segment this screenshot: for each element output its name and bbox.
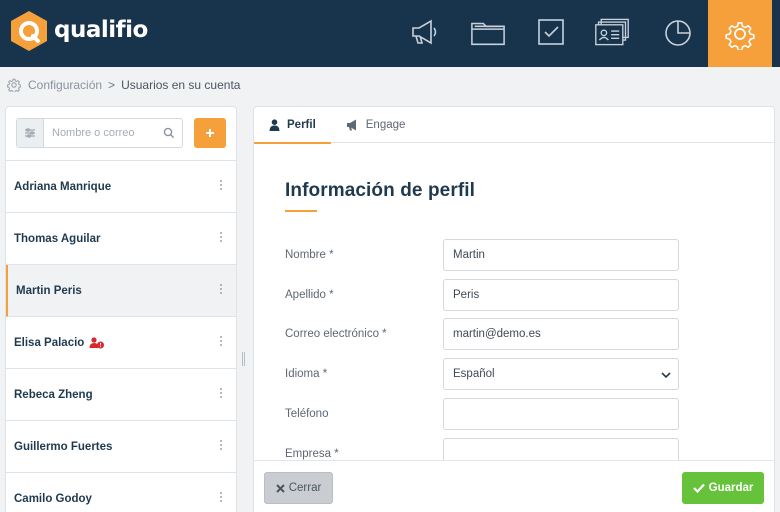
user-list-item[interactable]: Adriana Manrique <box>6 161 236 213</box>
panel-resize-handle[interactable] <box>242 352 247 366</box>
contacts-nav-button[interactable] <box>594 14 630 50</box>
more-options-icon[interactable] <box>220 336 222 346</box>
first-name-input[interactable] <box>453 249 678 261</box>
user-name-wrap: Elisa Palacio <box>14 337 105 349</box>
search-icon[interactable] <box>163 127 175 139</box>
company-input[interactable] <box>453 448 678 460</box>
phone-input[interactable] <box>453 408 678 420</box>
user-name: Guillermo Fuertes <box>14 440 113 453</box>
contact-card-icon <box>595 18 629 46</box>
checkmark-icon <box>692 483 705 493</box>
user-name: Rebeca Zheng <box>14 388 93 401</box>
user-list-item-selected[interactable]: Martin Peris <box>6 265 236 317</box>
pie-chart-icon <box>665 20 691 46</box>
more-options-icon[interactable] <box>220 388 222 398</box>
field-label: Idioma * <box>285 368 328 380</box>
form-footer: Cerrar Guardar <box>254 460 774 512</box>
close-button[interactable]: Cerrar <box>264 472 333 504</box>
search-box <box>16 118 183 148</box>
user-list-item[interactable]: Thomas Aguilar <box>6 213 236 265</box>
megaphone-icon <box>346 119 359 131</box>
brand-name: qualifio <box>54 16 148 43</box>
more-options-icon[interactable] <box>220 440 222 450</box>
add-user-button[interactable] <box>194 118 226 148</box>
user-name: Thomas Aguilar <box>14 232 101 245</box>
projects-nav-button[interactable] <box>470 14 506 50</box>
search-row <box>6 107 236 161</box>
gear-icon <box>725 21 755 50</box>
megaphone-icon <box>412 19 437 45</box>
user-list-item[interactable]: Elisa Palacio <box>6 317 236 369</box>
more-options-icon[interactable] <box>220 232 222 242</box>
first-name-field[interactable] <box>443 239 679 271</box>
user-name: Adriana Manrique <box>14 180 112 193</box>
user-name: Martin Peris <box>16 284 82 297</box>
form-row-telefono: Teléfono <box>285 398 745 430</box>
tab-perfil[interactable]: Perfil <box>254 107 331 144</box>
user-name: Elisa Palacio <box>14 336 85 349</box>
field-label: Teléfono <box>285 408 329 420</box>
chevron-down-icon <box>661 372 671 379</box>
user-icon <box>269 119 280 131</box>
breadcrumb-parent-link[interactable]: Configuración <box>28 78 102 92</box>
search-input[interactable] <box>44 127 156 139</box>
more-options-icon[interactable] <box>220 180 222 190</box>
gear-icon <box>7 78 21 92</box>
qualifio-logo-icon <box>11 11 47 51</box>
close-button-label: Cerrar <box>288 482 322 494</box>
last-name-field[interactable] <box>443 279 679 311</box>
phone-field[interactable] <box>443 398 679 430</box>
user-list-item[interactable]: Guillermo Fuertes <box>6 421 236 473</box>
close-icon <box>275 483 285 493</box>
field-label: Nombre * <box>285 249 334 261</box>
field-label: Empresa * <box>285 448 339 460</box>
tab-label: Perfil <box>287 119 316 131</box>
breadcrumb-separator: > <box>108 78 116 92</box>
form-row-idioma: Idioma * Español <box>285 358 745 390</box>
filter-button[interactable] <box>17 119 44 147</box>
more-options-icon[interactable] <box>220 284 222 294</box>
save-button-label: Guardar <box>708 482 754 494</box>
user-list-item[interactable]: Camilo Godoy <box>6 473 236 512</box>
statistics-nav-button[interactable] <box>660 14 696 50</box>
user-alert-icon <box>89 336 105 349</box>
tab-label: Engage <box>365 119 406 131</box>
more-options-icon[interactable] <box>220 492 222 502</box>
language-select[interactable]: Español <box>443 358 679 390</box>
title-underline <box>285 210 317 212</box>
top-navigation-bar: qualifio <box>0 0 780 67</box>
user-name: Camilo Godoy <box>14 492 92 505</box>
section-title: Información de perfil <box>285 180 476 201</box>
field-label: Correo electrónico * <box>285 328 387 340</box>
folder-icon <box>471 22 505 46</box>
form-row-email: Correo electrónico * <box>285 318 745 350</box>
plus-icon <box>206 129 214 137</box>
save-button[interactable]: Guardar <box>682 472 764 504</box>
campaigns-nav-button[interactable] <box>407 14 443 50</box>
checkbox-icon <box>538 19 564 45</box>
user-detail-panel: Perfil Engage Información de perfil Nomb… <box>253 106 775 512</box>
field-label: Apellido * <box>285 289 334 301</box>
form-row-nombre: Nombre * <box>285 239 745 271</box>
user-list-item[interactable]: Rebeca Zheng <box>6 369 236 421</box>
settings-nav-button[interactable] <box>708 0 772 67</box>
breadcrumb-current: Usuarios en su cuenta <box>121 78 241 92</box>
email-field[interactable] <box>443 318 679 350</box>
tab-engage[interactable]: Engage <box>331 107 421 143</box>
form-row-apellido: Apellido * <box>285 279 745 311</box>
tasks-nav-button[interactable] <box>533 14 569 50</box>
sliders-icon <box>25 128 35 138</box>
last-name-input[interactable] <box>453 289 678 301</box>
tab-bar: Perfil Engage <box>254 107 774 144</box>
language-select-value: Español <box>453 368 495 380</box>
users-list-panel: Adriana Manrique Thomas Aguilar Martin P… <box>5 106 237 512</box>
breadcrumb: Configuración > Usuarios en su cuenta <box>7 78 240 92</box>
qualifio-logo[interactable]: qualifio <box>9 10 148 52</box>
email-input[interactable] <box>453 328 678 340</box>
